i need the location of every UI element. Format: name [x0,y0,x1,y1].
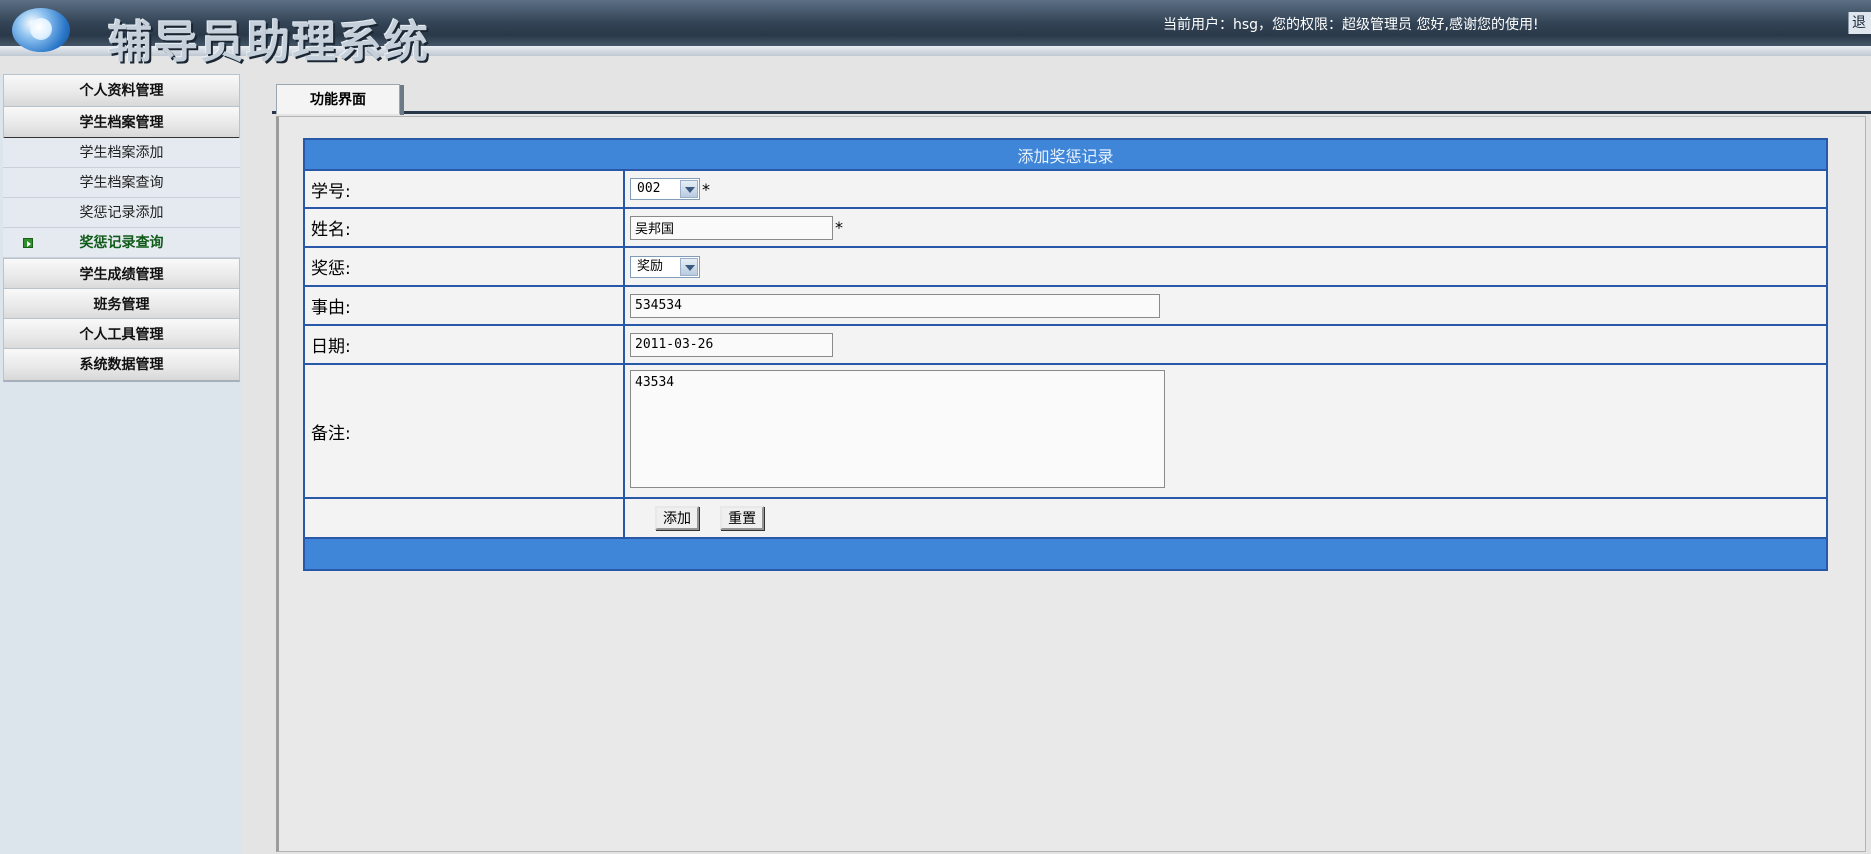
reward-punish-value: 奖励 [637,258,664,274]
student-archive-submenu: 学生档案添加 学生档案查询 奖惩记录添加 奖惩记录查询 [3,138,240,258]
sub-item-archive-query[interactable]: 学生档案查询 [3,168,240,198]
required-mark: * [702,179,710,199]
user-info-text: 当前用户：hsg，您的权限：超级管理员 您好,感谢您的使用! [1163,17,1539,33]
menu-student-archive[interactable]: 学生档案管理 [3,106,240,140]
menu-personal-tools[interactable]: 个人工具管理 [3,318,240,352]
reward-punish-select[interactable]: 奖励 [630,255,700,278]
name-input[interactable] [630,215,833,240]
empty-label-cell [303,497,625,539]
arrow-right-icon [23,238,33,248]
menu-personal-profile[interactable]: 个人资料管理 [3,74,240,108]
add-record-form: 添加奖惩记录 学号: 002 * 姓名: * 奖惩: 奖励 事由: 日期 [303,138,1828,571]
sub-item-reward-query-label: 奖惩记录查询 [79,235,164,251]
student-id-select[interactable]: 002 [630,178,700,200]
logout-link[interactable]: 退 [1848,12,1871,34]
tab-bar: 功能界面 [272,84,1871,115]
student-id-value: 002 [637,181,661,196]
sidebar: 个人资料管理 学生档案管理 学生档案添加 学生档案查询 奖惩记录添加 奖惩记录查… [0,74,242,854]
chevron-down-icon [680,257,698,276]
form-title: 添加奖惩记录 [303,138,1828,171]
globe-logo-icon [12,8,70,52]
name-label: 姓名: [303,207,625,248]
menu-system-data[interactable]: 系统数据管理 [3,348,240,382]
app-title: 辅导员助理系统 [108,17,430,68]
sub-item-reward-query[interactable]: 奖惩记录查询 [3,228,240,258]
student-id-label: 学号: [303,169,625,209]
reward-punish-label: 奖惩: [303,246,625,287]
reason-label: 事由: [303,285,625,326]
reset-button[interactable]: 重置 [720,506,765,530]
sub-item-reward-add[interactable]: 奖惩记录添加 [3,198,240,228]
required-mark: * [835,218,843,237]
remark-textarea[interactable]: 43534 [630,370,1165,488]
sub-item-archive-add[interactable]: 学生档案添加 [3,138,240,168]
header-bar: 辅导员助理系统 当前用户：hsg，您的权限：超级管理员 您好,感谢您的使用! 退 [0,0,1871,68]
reason-input[interactable] [630,293,1160,318]
menu-student-grades[interactable]: 学生成绩管理 [3,258,240,292]
add-button[interactable]: 添加 [655,506,699,530]
menu-class-affairs[interactable]: 班务管理 [3,288,240,322]
tab-function-interface[interactable]: 功能界面 [276,84,404,115]
date-label: 日期: [303,324,625,365]
chevron-down-icon [680,180,698,198]
form-footer-bar [303,537,1828,571]
date-input[interactable] [630,332,833,357]
remark-label: 备注: [303,363,625,499]
